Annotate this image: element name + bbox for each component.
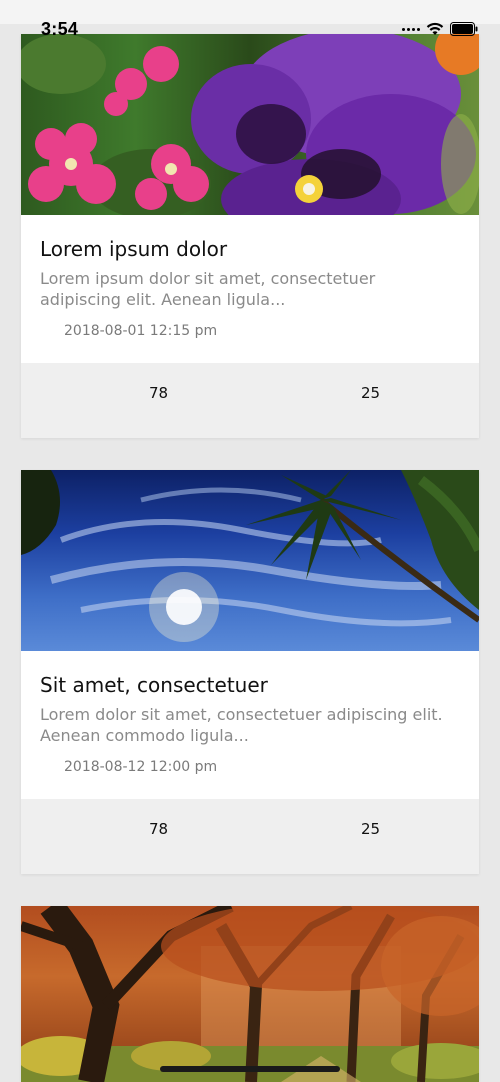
status-indicators — [402, 21, 478, 37]
home-indicator[interactable] — [160, 1066, 340, 1072]
card-stat-right[interactable]: 25 — [361, 820, 380, 838]
card-body: Lorem ipsum dolor Lorem ipsum dolor sit … — [21, 215, 479, 363]
autumn-trees-image — [21, 906, 479, 1082]
card-stat-right[interactable]: 25 — [361, 384, 380, 402]
card-image[interactable] — [21, 470, 479, 651]
card-body: Sit amet, consectetuer Lorem dolor sit a… — [21, 651, 479, 799]
feed-card[interactable]: Lorem ipsum dolor Lorem ipsum dolor sit … — [21, 34, 479, 438]
feed-card[interactable]: Sit amet, consectetuer Lorem dolor sit a… — [21, 470, 479, 874]
card-date: 2018-08-01 12:15 pm — [64, 323, 218, 339]
battery-icon — [450, 22, 478, 36]
card-footer: 78 25 — [21, 799, 479, 874]
status-time: 3:54 — [41, 19, 79, 39]
palm-sky-image — [21, 470, 479, 642]
status-bar: 3:54 — [0, 0, 500, 39]
card-stat-left[interactable]: 78 — [149, 384, 168, 402]
card-description: Lorem ipsum dolor sit amet, consectetuer… — [40, 269, 376, 309]
card-footer: 78 25 — [21, 363, 479, 438]
card-description: Lorem dolor sit amet, consectetuer adipi… — [40, 705, 443, 745]
feed-card[interactable] — [21, 906, 479, 1082]
card-stat-left[interactable]: 78 — [149, 820, 168, 838]
card-image[interactable] — [21, 34, 479, 215]
cellular-signal-icon — [402, 27, 420, 31]
card-image[interactable] — [21, 906, 479, 1082]
wifi-icon — [426, 22, 444, 36]
card-date: 2018-08-12 12:00 pm — [64, 759, 218, 775]
flower-image — [21, 34, 479, 215]
card-title[interactable]: Lorem ipsum dolor — [40, 235, 227, 263]
card-title[interactable]: Sit amet, consectetuer — [40, 671, 268, 699]
